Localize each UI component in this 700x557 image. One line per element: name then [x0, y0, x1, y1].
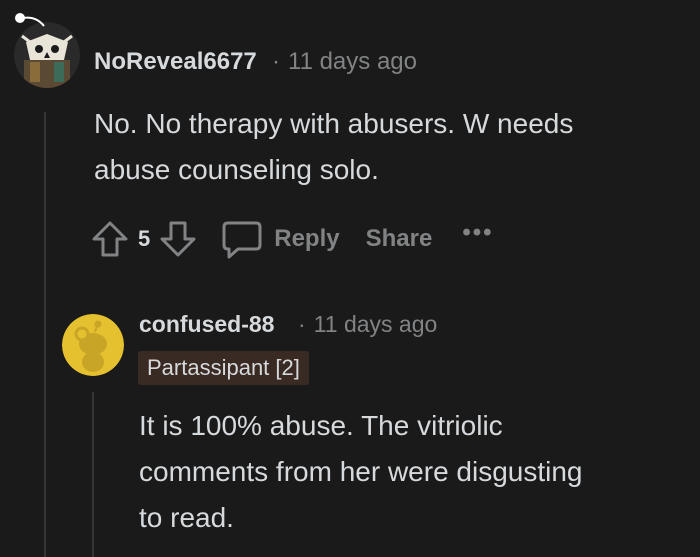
avatar-antenna-icon: [15, 13, 45, 27]
comment-username[interactable]: NoReveal6677: [94, 48, 257, 76]
reply-username[interactable]: confused-88: [139, 311, 274, 338]
share-button[interactable]: Share: [366, 225, 433, 253]
comment-actions-bar: 5 Reply Share •••: [90, 218, 494, 260]
speech-bubble-icon: [222, 221, 262, 259]
user-flair-badge: Partassipant [2]: [138, 351, 309, 385]
reply-time[interactable]: 11 days ago: [314, 311, 438, 337]
ellipsis-icon[interactable]: •••: [462, 219, 493, 247]
avatar-confused-88[interactable]: [62, 314, 124, 376]
meta-separator: ·: [272, 48, 280, 75]
reply-button[interactable]: Reply: [220, 219, 340, 259]
comment-timestamp: · 11 days ago: [272, 48, 417, 76]
thread-line-reply[interactable]: [92, 392, 94, 557]
reply-body-line-2: comments from her were disgusting: [139, 456, 583, 487]
comment-body-line-1: No. No therapy with abusers. W needs: [94, 108, 574, 139]
custom-avatar-icon: [14, 22, 80, 88]
arrow-down-icon[interactable]: [158, 219, 198, 259]
reply-body-line-1: It is 100% abuse. The vitriolic: [139, 410, 503, 441]
avatar-noreveal[interactable]: [14, 22, 80, 88]
comment-body-line-2: abuse counseling solo.: [94, 154, 379, 185]
thread-line-main[interactable]: [44, 112, 46, 557]
arrow-up-icon[interactable]: [90, 219, 130, 259]
snoo-avatar-icon: [62, 314, 124, 376]
reply-body-line-3: to read.: [139, 502, 234, 533]
reply-timestamp: · 11 days ago: [298, 311, 437, 338]
meta-separator: ·: [298, 311, 306, 337]
reply-label: Reply: [274, 225, 340, 252]
comment-time[interactable]: 11 days ago: [288, 48, 417, 75]
vote-score: 5: [138, 226, 151, 251]
